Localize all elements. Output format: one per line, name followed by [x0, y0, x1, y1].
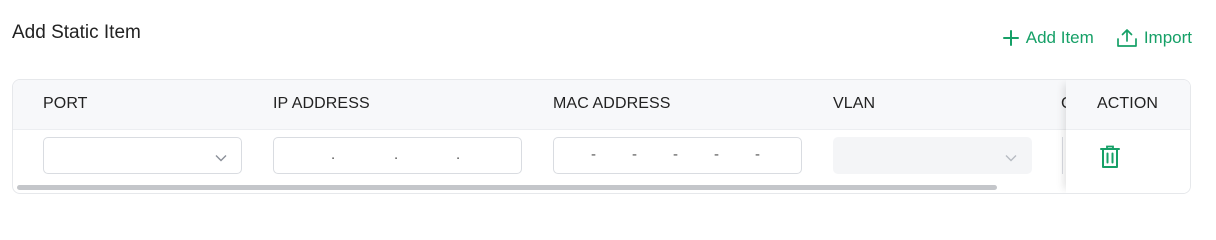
import-label: Import: [1143, 28, 1192, 47]
mac-separator: -: [632, 146, 637, 163]
mac-address-input[interactable]: - - - - -: [553, 137, 802, 174]
mac-separator: -: [591, 146, 596, 163]
column-header-action: ACTION: [1097, 95, 1159, 112]
ip-separator: .: [331, 146, 336, 163]
add-item-button[interactable]: Add Item: [1002, 28, 1094, 48]
mac-separator: -: [714, 146, 719, 163]
upload-icon: [1116, 28, 1138, 48]
import-button[interactable]: Import: [1116, 28, 1192, 48]
mac-separator: -: [673, 146, 678, 163]
trash-icon[interactable]: [1099, 145, 1121, 174]
column-header-vlan: VLAN: [833, 95, 876, 112]
column-header-port: PORT: [43, 95, 88, 112]
table-header: PORT IP ADDRESS MAC ADDRESS VLAN C: [13, 80, 1190, 130]
static-items-table: PORT IP ADDRESS MAC ADDRESS VLAN C . . .…: [12, 79, 1191, 194]
column-header-ip-address: IP ADDRESS: [273, 95, 370, 112]
header-actions: Add Item Import: [1002, 28, 1192, 48]
chevron-down-icon: [1005, 149, 1017, 167]
mac-separator: -: [755, 146, 760, 163]
add-item-label: Add Item: [1025, 28, 1094, 47]
action-column: ACTION: [1066, 80, 1190, 193]
ip-separator: .: [456, 146, 461, 163]
page-title: Add Static Item: [12, 22, 141, 43]
chevron-down-icon: [215, 149, 227, 167]
column-header-mac-address: MAC ADDRESS: [553, 95, 671, 112]
ip-address-input[interactable]: . . .: [273, 137, 522, 174]
plus-icon: [1002, 29, 1020, 47]
port-select[interactable]: [43, 137, 242, 174]
ip-separator: .: [394, 146, 399, 163]
vlan-select: [833, 137, 1032, 174]
horizontal-scrollbar[interactable]: [17, 185, 997, 190]
